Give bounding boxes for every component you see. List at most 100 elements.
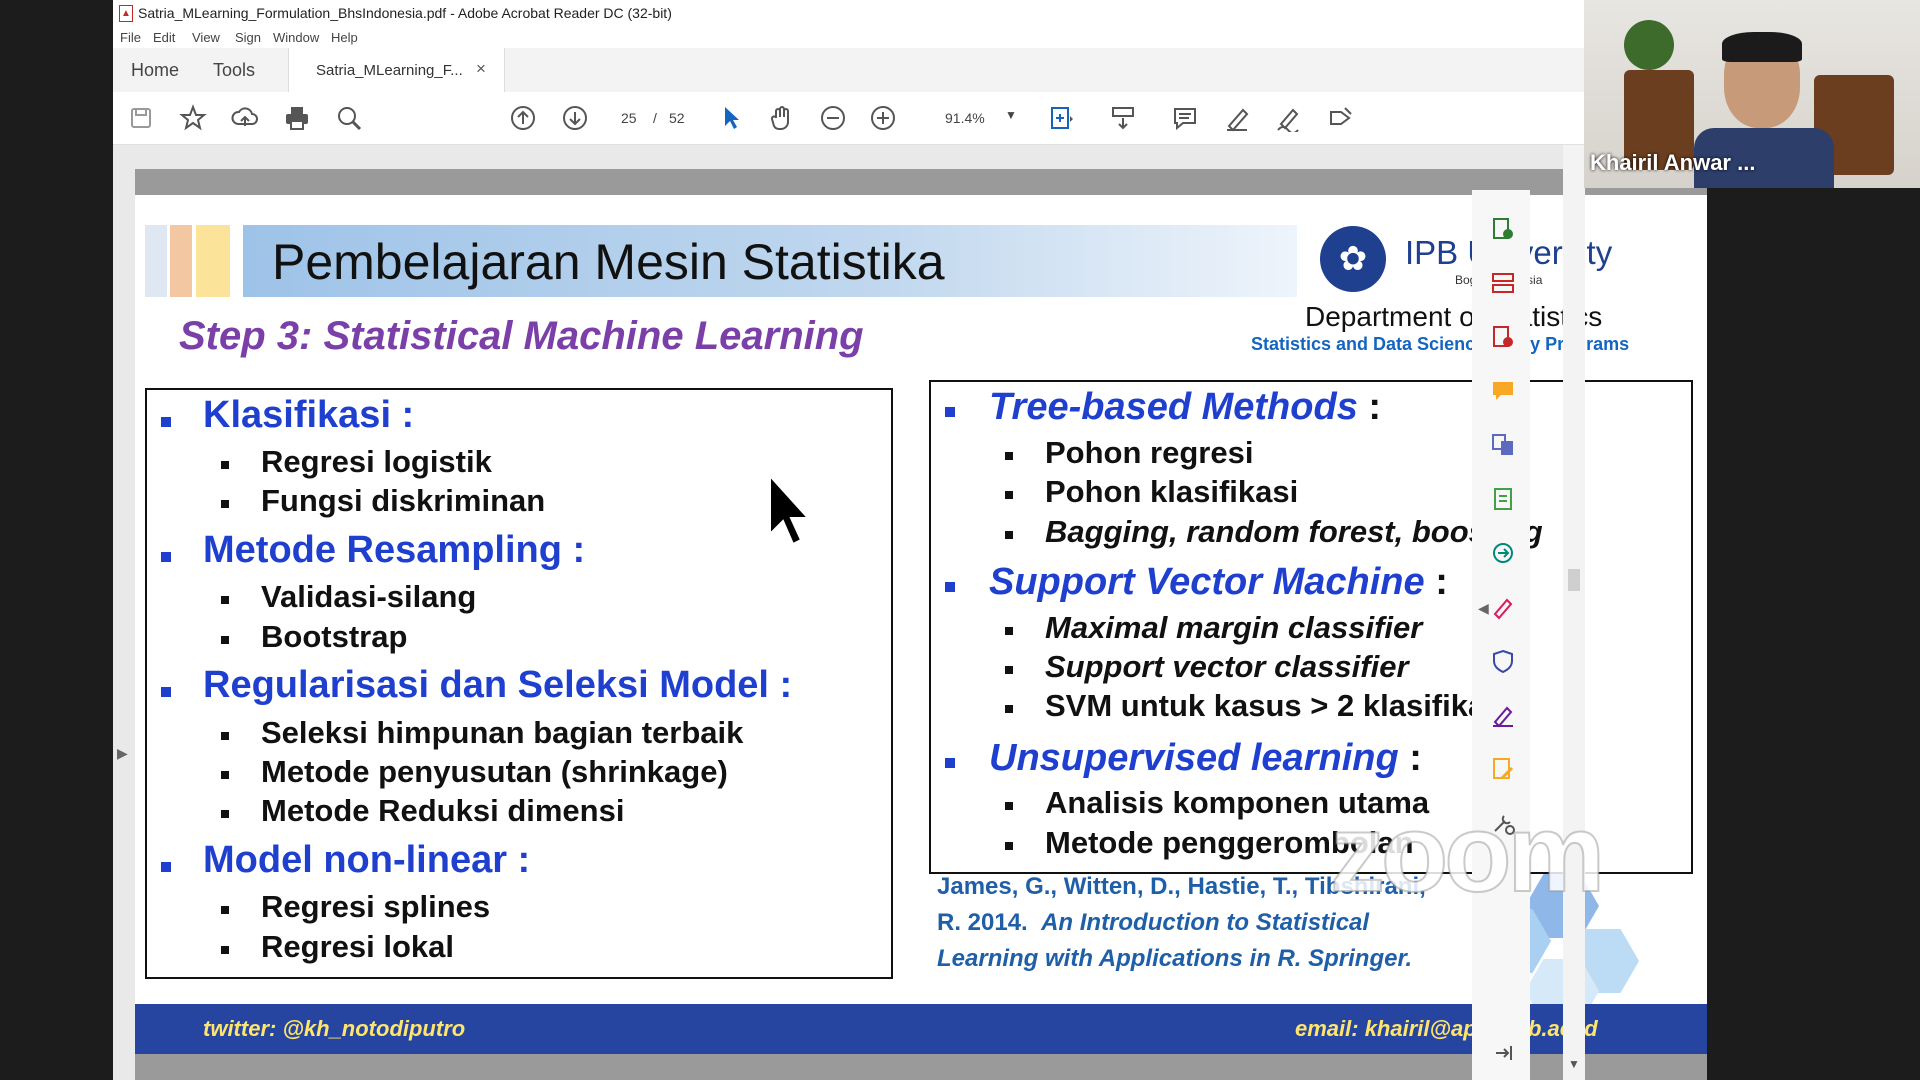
bullet-dot [221, 461, 229, 469]
vertical-scrollbar[interactable]: ▼ [1563, 145, 1585, 1080]
bullet-dot [1005, 666, 1013, 674]
left-panel-expand-icon[interactable]: ▶ [117, 745, 128, 762]
reference-title: An Introduction to Statistical [1041, 909, 1370, 936]
topic-heading: Metode Resampling : [203, 529, 586, 571]
bookmark-star-icon[interactable] [179, 104, 207, 132]
compress-pdf-icon[interactable] [1490, 486, 1516, 512]
topic-item: Bagging, random forest, boosting [1045, 514, 1543, 549]
topic-item: SVM untuk kasus > 2 klasifikasi [1045, 688, 1512, 723]
scroll-down-arrow-icon[interactable]: ▼ [1568, 1057, 1580, 1071]
topic-item: Regresi lokal [261, 929, 454, 964]
acrobat-window: ▲ Satria_MLearning_Formulation_BhsIndone… [113, 0, 1707, 1080]
collapse-panel-icon[interactable] [1490, 1040, 1516, 1066]
colon: : [1435, 561, 1448, 603]
decor-square-orange [170, 225, 192, 297]
topic-item: Support vector classifier [1045, 649, 1409, 684]
previous-page-icon[interactable] [509, 104, 537, 132]
bullet-square [161, 552, 171, 562]
reference-line-3: Learning with Applications in R. Springe… [937, 945, 1413, 972]
mouse-pointer-icon [769, 474, 811, 546]
menu-file[interactable]: File [120, 30, 141, 45]
page-number-input[interactable]: 25 [621, 110, 637, 126]
bullet-square [945, 758, 955, 768]
fill-sign-icon[interactable] [1275, 104, 1303, 134]
tab-document[interactable]: Satria_MLearning_F... × [288, 48, 505, 93]
participant-name: Khairil Anwar ... [1590, 150, 1756, 175]
protect-shield-icon[interactable] [1490, 648, 1516, 674]
create-pdf-icon[interactable] [1490, 324, 1516, 350]
share-icon[interactable] [1327, 104, 1355, 132]
menu-help[interactable]: Help [331, 30, 358, 45]
menu-sign[interactable]: Sign [235, 30, 261, 45]
topic-item: Metode Reduksi dimensi [261, 793, 625, 828]
highlight-pen-icon[interactable] [1223, 104, 1251, 132]
bullet-dot [1005, 705, 1013, 713]
hand-tool-icon[interactable] [768, 104, 796, 132]
toolbar: 25 / 52 91.4% ▼ [113, 92, 1585, 145]
menu-edit[interactable]: Edit [153, 30, 175, 45]
topic-item: Regresi logistik [261, 444, 492, 479]
colon: : [1409, 737, 1422, 779]
topic-heading: Tree-based Methods : [989, 386, 1381, 429]
topic-item: Maximal margin classifier [1045, 610, 1423, 645]
ipb-logo-icon: ✿ [1320, 226, 1386, 292]
edit-pdf-icon[interactable] [1490, 756, 1516, 782]
bullet-dot [221, 732, 229, 740]
footer-twitter: twitter: @kh_notodiputro [203, 1016, 466, 1041]
zoom-dropdown-icon[interactable]: ▼ [1005, 108, 1017, 122]
footer-email: email: khairil@apps.ipb.ac.id [1295, 1016, 1598, 1041]
tab-tools[interactable]: Tools [213, 60, 255, 81]
select-cursor-icon[interactable] [717, 104, 745, 132]
participant-video[interactable]: Khairil Anwar ... [1584, 0, 1920, 188]
bullet-dot [221, 906, 229, 914]
zoom-watermark: zoom [1329, 791, 1606, 916]
right-tools-panel [1472, 190, 1530, 1080]
topic-item: Metode penyusutan (shrinkage) [261, 754, 728, 789]
pdf-app-icon: ▲ [119, 5, 133, 22]
document-area[interactable]: ▶ Pembelajaran Mesin Statistika ✿ IPB Un… [113, 145, 1707, 1080]
bullet-square [945, 582, 955, 592]
bullet-square [161, 862, 171, 872]
menu-window[interactable]: Window [273, 30, 319, 45]
right-panel-collapse-icon[interactable]: ◀ [1478, 600, 1489, 617]
colon: : [1368, 386, 1382, 428]
export-pdf-icon[interactable] [1490, 216, 1516, 242]
bullet-dot [221, 810, 229, 818]
window-title: Satria_MLearning_Formulation_BhsIndonesi… [138, 5, 672, 21]
scrolling-mode-icon[interactable] [1109, 104, 1137, 132]
bullet-dot [221, 946, 229, 954]
organize-pages-icon[interactable] [1490, 270, 1516, 296]
tab-bar: Home Tools Satria_MLearning_F... × [113, 48, 1585, 93]
request-signature-icon[interactable] [1490, 702, 1516, 728]
zoom-in-icon[interactable] [869, 104, 897, 132]
reference-year: R. 2014. [937, 909, 1028, 936]
zoom-out-icon[interactable] [819, 104, 847, 132]
title-bar: ▲ Satria_MLearning_Formulation_BhsIndone… [113, 0, 1585, 26]
save-icon[interactable] [127, 104, 155, 132]
page-separator: / [653, 110, 657, 126]
comment-icon[interactable] [1171, 104, 1199, 132]
comment-tool-icon[interactable] [1490, 378, 1516, 404]
bullet-square [161, 417, 171, 427]
tab-document-label: Satria_MLearning_F... [316, 62, 463, 79]
send-for-review-icon[interactable] [1490, 540, 1516, 566]
next-page-icon[interactable] [561, 104, 589, 132]
bullet-dot [1005, 842, 1013, 850]
tab-home[interactable]: Home [131, 60, 179, 81]
search-icon[interactable] [335, 104, 363, 132]
fit-page-icon[interactable] [1047, 104, 1075, 132]
menu-view[interactable]: View [192, 30, 220, 45]
bullet-dot [1005, 452, 1013, 460]
scroll-thumb[interactable] [1568, 569, 1580, 591]
fill-and-sign-icon[interactable] [1490, 594, 1516, 620]
topic-heading-text: Unsupervised learning [989, 737, 1399, 779]
department-name: Department of Statistics [1305, 301, 1603, 332]
close-tab-icon[interactable]: × [476, 59, 486, 79]
combine-files-icon[interactable] [1490, 432, 1516, 458]
video-plant [1624, 20, 1674, 70]
topic-item: Validasi-silang [261, 579, 477, 614]
cloud-upload-icon[interactable] [231, 104, 259, 132]
bullet-dot [221, 500, 229, 508]
print-icon[interactable] [283, 104, 311, 132]
zoom-level[interactable]: 91.4% [945, 110, 985, 126]
